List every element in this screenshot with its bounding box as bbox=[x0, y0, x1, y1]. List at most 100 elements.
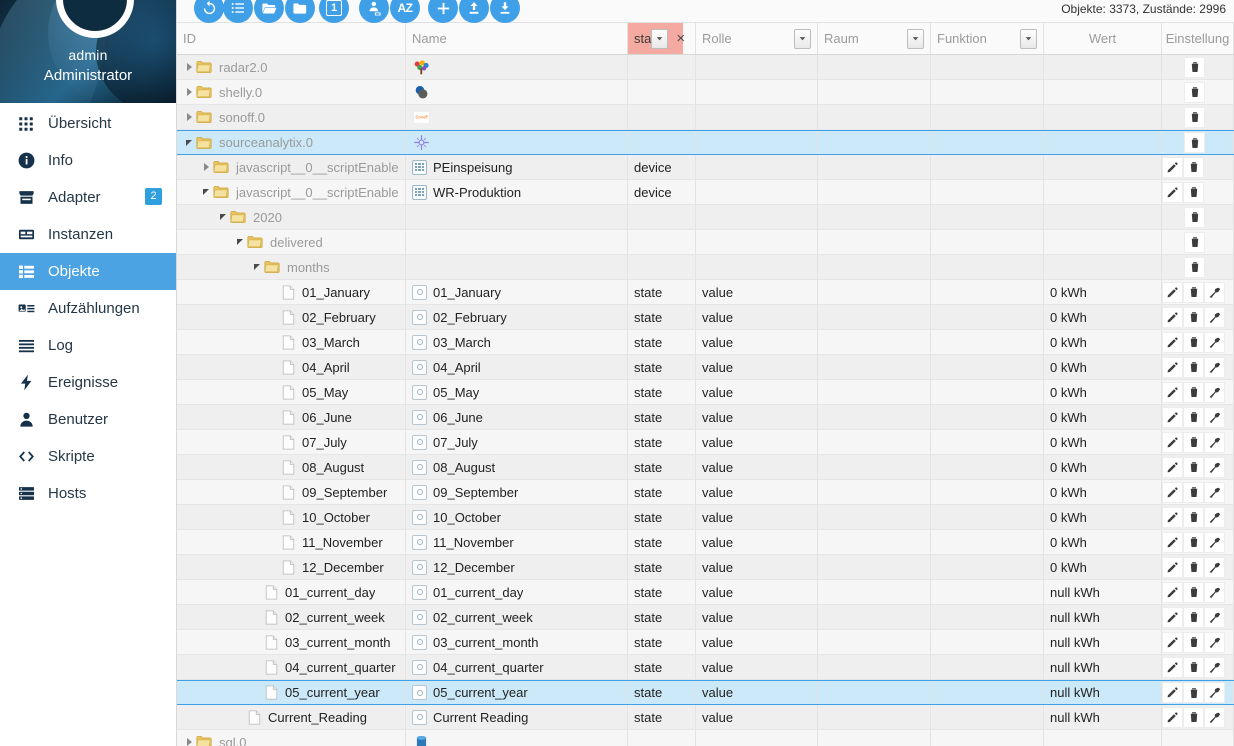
delete-button[interactable] bbox=[1183, 682, 1204, 703]
settings-button[interactable] bbox=[1204, 656, 1225, 678]
table-row-08-august[interactable]: 08_August 08_August state value 0 kWh bbox=[177, 455, 1234, 480]
import-button[interactable] bbox=[459, 0, 489, 23]
table-row-03-march[interactable]: 03_March 03_March state value 0 kWh bbox=[177, 330, 1234, 355]
delete-button[interactable] bbox=[1183, 306, 1204, 328]
table-row-current-reading[interactable]: Current_Reading Current Reading state value… bbox=[177, 705, 1234, 730]
settings-button[interactable] bbox=[1204, 281, 1225, 303]
collapse-icon[interactable] bbox=[234, 239, 246, 245]
delete-button[interactable] bbox=[1183, 481, 1204, 503]
table-row-02-current-week[interactable]: 02_current_week 02_current_week state value… bbox=[177, 605, 1234, 630]
column-header-id[interactable]: ID bbox=[177, 23, 406, 54]
table-row-months[interactable]: months bbox=[177, 255, 1234, 280]
delete-button[interactable] bbox=[1183, 631, 1204, 653]
settings-button[interactable] bbox=[1204, 331, 1225, 353]
column-header-name[interactable]: Name bbox=[406, 23, 628, 54]
table-row-sourceanalytix[interactable]: sourceanalytix.0 bbox=[177, 130, 1234, 155]
delete-button[interactable] bbox=[1184, 56, 1205, 78]
edit-button[interactable] bbox=[1162, 531, 1183, 553]
expand-icon[interactable] bbox=[183, 63, 195, 71]
column-header-settings[interactable]: Einstellung bbox=[1162, 23, 1234, 54]
delete-button[interactable] bbox=[1183, 406, 1204, 428]
delete-button[interactable] bbox=[1183, 581, 1204, 603]
table-row-05-current-year[interactable]: 05_current_year 05_current_year state value… bbox=[177, 680, 1234, 705]
edit-button[interactable] bbox=[1162, 631, 1183, 653]
collapse-icon[interactable] bbox=[200, 189, 212, 195]
edit-button[interactable] bbox=[1162, 356, 1183, 378]
add-object-button[interactable] bbox=[428, 0, 458, 23]
table-row-03-current-month[interactable]: 03_current_month 03_current_month state val… bbox=[177, 630, 1234, 655]
export-button[interactable] bbox=[490, 0, 520, 23]
table-row-shelly[interactable]: shelly.0 bbox=[177, 80, 1234, 105]
delete-button[interactable] bbox=[1184, 132, 1205, 153]
expand-icon[interactable] bbox=[183, 738, 195, 746]
expand-icon[interactable] bbox=[200, 163, 212, 171]
delete-button[interactable] bbox=[1184, 106, 1205, 128]
table-row-05-may[interactable]: 05_May 05_May state value 0 kWh bbox=[177, 380, 1234, 405]
filter-input-name[interactable]: Name bbox=[412, 31, 447, 46]
settings-button[interactable] bbox=[1204, 356, 1225, 378]
table-row-04-current-quarter[interactable]: 04_current_quarter 04_current_quarter stat… bbox=[177, 655, 1234, 680]
settings-button[interactable] bbox=[1204, 531, 1225, 553]
edit-button[interactable] bbox=[1162, 581, 1183, 603]
chevron-down-icon[interactable] bbox=[651, 28, 669, 49]
expand-one-level-button[interactable]: 1 bbox=[319, 0, 349, 23]
settings-button[interactable] bbox=[1204, 556, 1225, 578]
table-row-sql[interactable]: sql.0 bbox=[177, 730, 1234, 746]
delete-button[interactable] bbox=[1183, 456, 1204, 478]
edit-button[interactable] bbox=[1162, 656, 1183, 678]
table-row-delivered[interactable]: delivered bbox=[177, 230, 1234, 255]
edit-button[interactable] bbox=[1162, 431, 1183, 453]
delete-button[interactable] bbox=[1183, 506, 1204, 528]
table-row-11-november[interactable]: 11_November 11_November state value 0 kWh bbox=[177, 530, 1234, 555]
delete-button[interactable] bbox=[1183, 156, 1204, 178]
table-row-peinspeisung[interactable]: javascript__0__scriptEnabled__F PEinspeis… bbox=[177, 155, 1234, 180]
refresh-button[interactable] bbox=[194, 0, 224, 23]
edit-button[interactable] bbox=[1162, 181, 1183, 203]
expand-icon[interactable] bbox=[183, 88, 195, 96]
filter-input-id[interactable]: ID bbox=[183, 31, 196, 46]
delete-button[interactable] bbox=[1183, 706, 1204, 728]
column-header-role[interactable]: Rolle bbox=[696, 23, 818, 54]
expand-all-button[interactable] bbox=[254, 0, 284, 23]
column-header-room[interactable]: Raum bbox=[818, 23, 931, 54]
edit-button[interactable] bbox=[1162, 281, 1183, 303]
edit-button[interactable] bbox=[1162, 456, 1183, 478]
sidebar-item-instanzen[interactable]: Instanzen bbox=[0, 216, 176, 253]
table-row-01-january[interactable]: 01_January 01_January state value 0 kWh bbox=[177, 280, 1234, 305]
sidebar-item-skripte[interactable]: Skripte bbox=[0, 438, 176, 475]
settings-button[interactable] bbox=[1204, 682, 1225, 703]
expand-icon[interactable] bbox=[183, 113, 195, 121]
edit-button[interactable] bbox=[1162, 306, 1183, 328]
expert-mode-button[interactable] bbox=[359, 0, 389, 23]
settings-button[interactable] bbox=[1204, 306, 1225, 328]
edit-button[interactable] bbox=[1162, 682, 1183, 703]
edit-button[interactable] bbox=[1162, 556, 1183, 578]
delete-button[interactable] bbox=[1183, 181, 1204, 203]
table-row-01-current-day[interactable]: 01_current_day 01_current_day state value nu… bbox=[177, 580, 1234, 605]
table-row-02-february[interactable]: 02_February 02_February state value 0 kWh bbox=[177, 305, 1234, 330]
delete-button[interactable] bbox=[1183, 381, 1204, 403]
table-row-06-june[interactable]: 06_June 06_June state value 0 kWh bbox=[177, 405, 1234, 430]
sidebar-item-aufzaehlungen[interactable]: Aufzählungen bbox=[0, 290, 176, 327]
settings-button[interactable] bbox=[1204, 406, 1225, 428]
chevron-down-icon[interactable] bbox=[907, 28, 924, 49]
table-row-07-july[interactable]: 07_July 07_July state value 0 kWh bbox=[177, 430, 1234, 455]
collapse-icon[interactable] bbox=[251, 264, 263, 270]
table-row-radar2[interactable]: radar2.0 bbox=[177, 55, 1234, 80]
edit-button[interactable] bbox=[1162, 481, 1183, 503]
edit-button[interactable] bbox=[1162, 331, 1183, 353]
table-row-2020[interactable]: 2020 bbox=[177, 205, 1234, 230]
delete-button[interactable] bbox=[1183, 556, 1204, 578]
delete-button[interactable] bbox=[1183, 656, 1204, 678]
table-row-04-april[interactable]: 04_April 04_April state value 0 kWh bbox=[177, 355, 1234, 380]
table-row-10-october[interactable]: 10_October 10_October state value 0 kWh bbox=[177, 505, 1234, 530]
table-row-09-september[interactable]: 09_September 09_September state value 0 kWh bbox=[177, 480, 1234, 505]
delete-button[interactable] bbox=[1183, 331, 1204, 353]
sidebar-item-hosts[interactable]: Hosts bbox=[0, 475, 176, 512]
edit-button[interactable] bbox=[1162, 381, 1183, 403]
sidebar-item-benutzer[interactable]: Benutzer bbox=[0, 401, 176, 438]
sort-alphabetically-button[interactable]: AZ bbox=[390, 0, 420, 23]
table-row-12-december[interactable]: 12_December 12_December state value 0 kWh bbox=[177, 555, 1234, 580]
clear-filter-icon[interactable]: × bbox=[676, 31, 685, 46]
settings-button[interactable] bbox=[1204, 606, 1225, 628]
